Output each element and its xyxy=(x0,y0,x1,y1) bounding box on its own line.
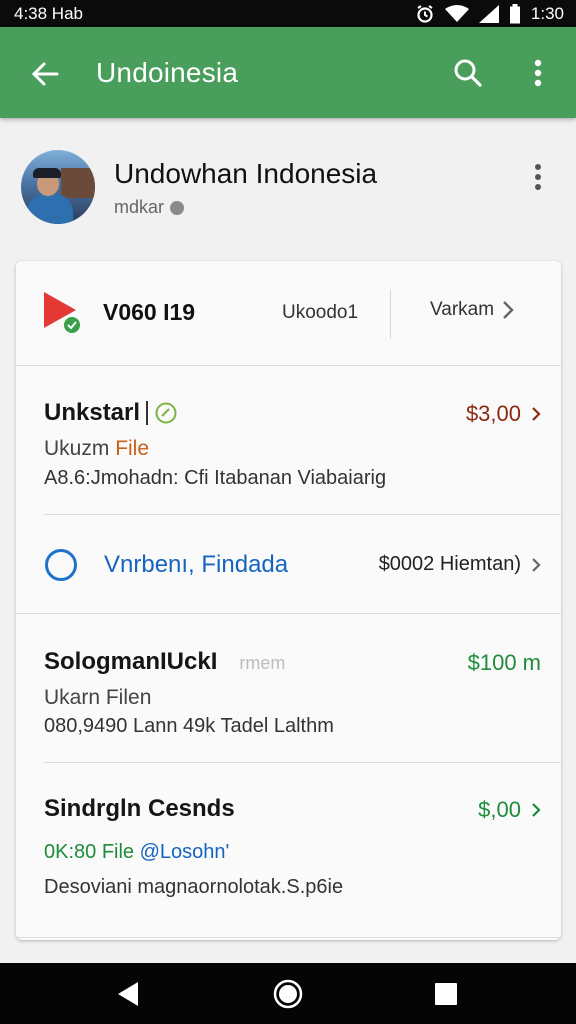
verified-icon xyxy=(170,200,185,215)
check-circle-icon xyxy=(155,402,177,424)
item-title: Unkstarl xyxy=(44,399,141,426)
list-item[interactable]: SologmanIUckI rmem Ukarn Filen 080,9490 … xyxy=(44,614,561,761)
profile-header: Undowhan Indonesia mdkar xyxy=(0,118,576,258)
cursor-bar xyxy=(146,401,149,425)
back-arrow-icon xyxy=(31,62,59,86)
wifi-icon xyxy=(444,4,469,23)
list-item[interactable]: Vnrbenı, Findada $0002 Hiemtan) xyxy=(44,515,561,613)
card-header-action-label: Varkam xyxy=(430,299,495,320)
play-icon xyxy=(42,290,82,334)
item-price: $3,00 xyxy=(465,401,521,426)
more-vert-icon xyxy=(535,164,541,190)
item-description: A8.6:Jmohadn: Cfi Itabanan Viabaiarig xyxy=(44,467,387,489)
item-title: Sindrgln Cesnds xyxy=(44,795,235,822)
item-description: Desoviani magnaornolotak.S.p6ie xyxy=(44,876,344,898)
back-triangle-icon xyxy=(118,982,138,1006)
status-bar: 4:38 Hab 1:30 xyxy=(0,0,576,27)
card-header-middle[interactable]: Ukoodo1 xyxy=(282,302,358,324)
status-left-text: 4:38 Hab xyxy=(14,3,83,23)
card-header-title: V060 I19 xyxy=(103,299,196,325)
chevron-right-icon xyxy=(503,301,514,319)
item-subtitle: Ukarn Filen xyxy=(44,686,152,709)
card-header: V060 I19 Ukoodo1 Varkam xyxy=(16,261,561,366)
avatar[interactable] xyxy=(21,150,95,224)
divider xyxy=(16,937,561,938)
overflow-menu-button[interactable] xyxy=(522,55,554,91)
nav-home-button[interactable] xyxy=(268,977,308,1011)
item-subtitle: Ukuzm xyxy=(44,437,116,460)
item-price: $100 m xyxy=(467,650,541,675)
item-subtitle: 0K:80 File xyxy=(44,841,135,863)
list-item[interactable]: Sindrgln Cesnds 0K:80 File @Losohn' Deso… xyxy=(44,763,561,913)
back-button[interactable] xyxy=(28,57,62,91)
list-item[interactable]: Unkstarl Ukuzm File A8.6:Jmohadn: Cfi It… xyxy=(44,381,561,516)
nav-back-button[interactable] xyxy=(108,977,148,1011)
navigation-bar xyxy=(0,963,576,1024)
status-icons: 1:30 xyxy=(415,3,564,24)
item-price: $0002 Hiemtan) xyxy=(378,553,521,575)
item-price: $,00 xyxy=(478,797,521,822)
item-title: Vnrbenı, Findada xyxy=(104,551,289,578)
profile-menu-button[interactable] xyxy=(528,160,548,194)
profile-subtitle: mdkar xyxy=(114,197,185,218)
nav-recents-button[interactable] xyxy=(426,977,466,1011)
app-title: Undoinesia xyxy=(96,57,239,88)
chevron-right-icon xyxy=(532,803,541,817)
battery-icon xyxy=(509,3,521,24)
alarm-icon xyxy=(415,4,435,24)
circle-icon xyxy=(45,549,77,581)
more-vert-icon xyxy=(534,59,542,87)
status-time: 1:30 xyxy=(530,3,564,23)
item-description: 080,9490 Lann 49k Tadel Lalthm xyxy=(44,715,334,737)
content-card: V060 I19 Ukoodo1 Varkam Unkstarl Ukuzm F… xyxy=(16,261,561,940)
chevron-right-icon xyxy=(532,407,541,421)
chevron-right-icon xyxy=(532,557,541,572)
profile-subtitle-text: mdkar xyxy=(114,197,165,217)
profile-name: Undowhan Indonesia xyxy=(114,158,378,189)
divider xyxy=(390,289,391,339)
app-bar: Undoinesia xyxy=(0,27,576,118)
item-title: SologmanIUckI xyxy=(44,648,218,675)
item-handle[interactable]: @Losohn' xyxy=(140,841,230,863)
item-title-hint: rmem xyxy=(239,653,286,673)
signal-icon xyxy=(478,4,499,23)
search-icon xyxy=(454,59,482,87)
home-circle-icon xyxy=(273,979,303,1009)
search-button[interactable] xyxy=(448,55,488,91)
recents-square-icon xyxy=(435,983,457,1005)
item-subtitle-accent: File xyxy=(115,437,150,460)
card-header-action[interactable]: Varkam xyxy=(430,299,514,321)
